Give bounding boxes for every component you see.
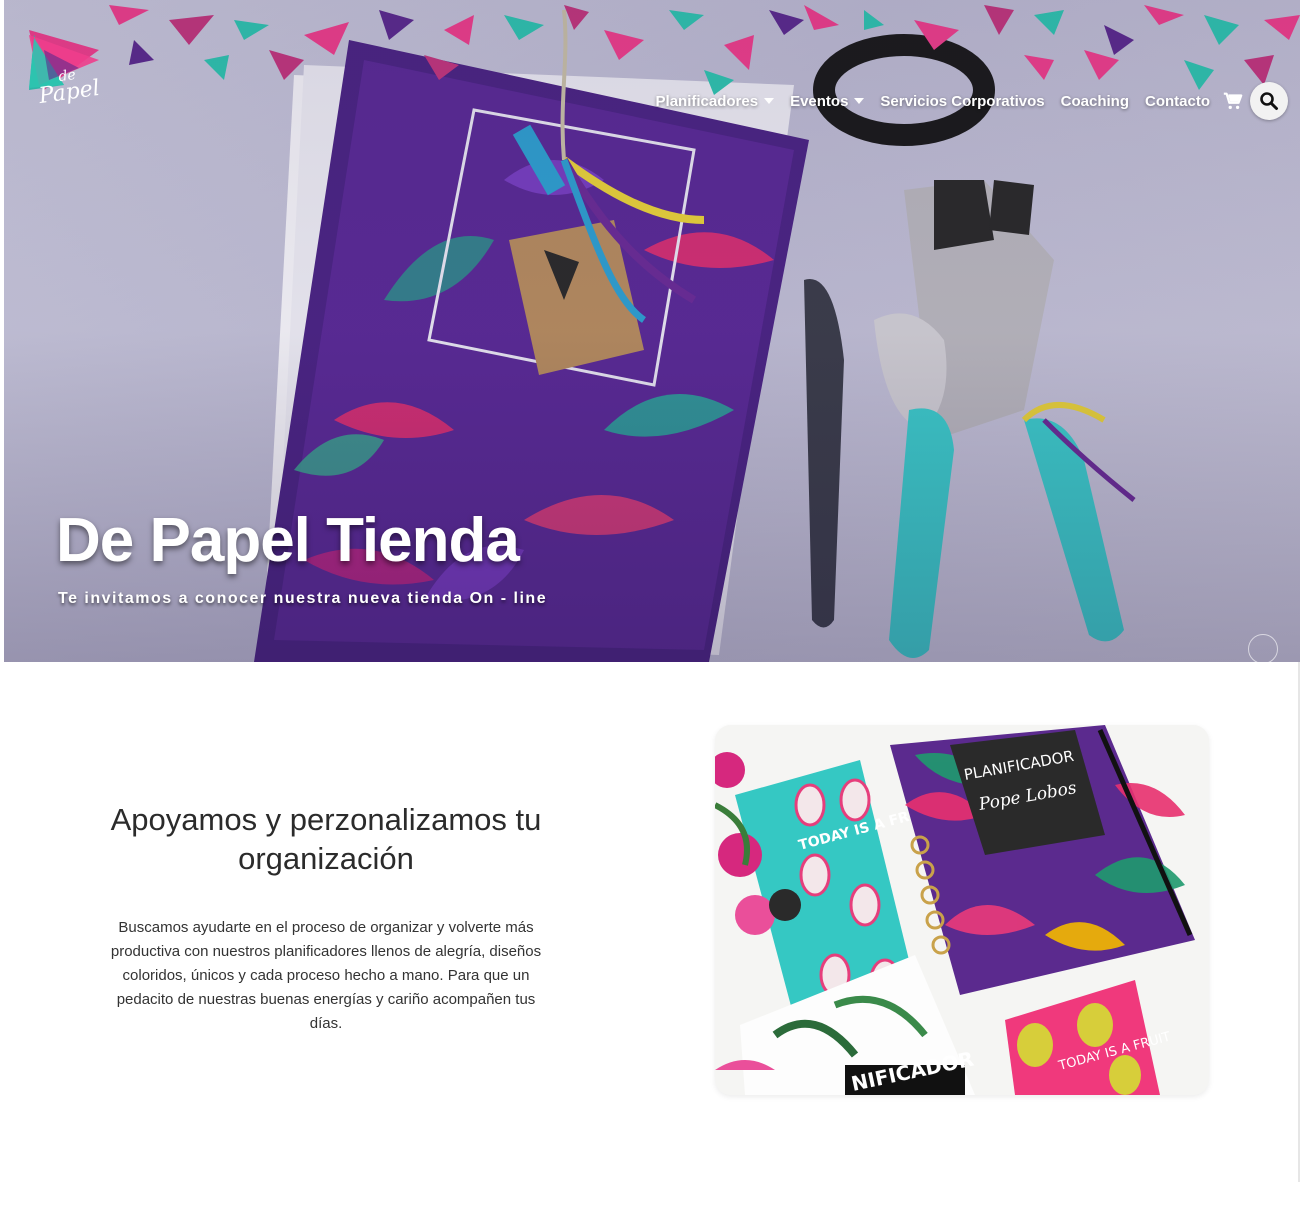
chevron-down-icon	[854, 98, 865, 104]
nav-coaching-label: Coaching	[1060, 92, 1129, 110]
planners-photo-image: TODAY IS A FRUIT DAY PLANIFICADOR Pope L…	[715, 725, 1209, 1095]
nav-planificadores-label: Planificadores	[655, 92, 759, 110]
hero-subtitle: Te invitamos a conocer nuestra nueva tie…	[58, 590, 548, 607]
main-nav: Planificadores Eventos Servicios Corpora…	[648, 82, 1288, 120]
logo-text: de Papel	[36, 66, 101, 109]
chevron-down-icon	[764, 98, 775, 104]
intro-body: Buscamos ayudarte en el proceso de organ…	[110, 919, 542, 1032]
hero-title: De Papel Tienda	[56, 506, 520, 575]
intro-section: Apoyamos y perzonalizamos tu organizació…	[96, 800, 556, 1036]
nav-servicios-corporativos[interactable]: Servicios Corporativos	[872, 93, 1052, 110]
nav-planificadores[interactable]: Planificadores	[648, 93, 783, 110]
search-button[interactable]	[1250, 82, 1288, 120]
planners-photo: TODAY IS A FRUIT DAY PLANIFICADOR Pope L…	[715, 725, 1209, 1095]
nav-servicios-label: Servicios Corporativos	[880, 92, 1045, 110]
intro-heading: Apoyamos y perzonalizamos tu organizació…	[110, 802, 542, 876]
nav-contacto[interactable]: Contacto	[1137, 93, 1218, 110]
shopping-cart-icon[interactable]	[1222, 90, 1244, 112]
nav-coaching[interactable]: Coaching	[1053, 93, 1137, 110]
nav-eventos[interactable]: Eventos	[782, 93, 872, 110]
nav-contacto-label: Contacto	[1145, 92, 1210, 110]
scroll-indicator[interactable]	[1248, 634, 1278, 664]
nav-eventos-label: Eventos	[790, 92, 849, 110]
hero-banner: de Papel Planificadores Eventos Servicio…	[4, 0, 1300, 662]
search-icon	[1260, 92, 1278, 110]
